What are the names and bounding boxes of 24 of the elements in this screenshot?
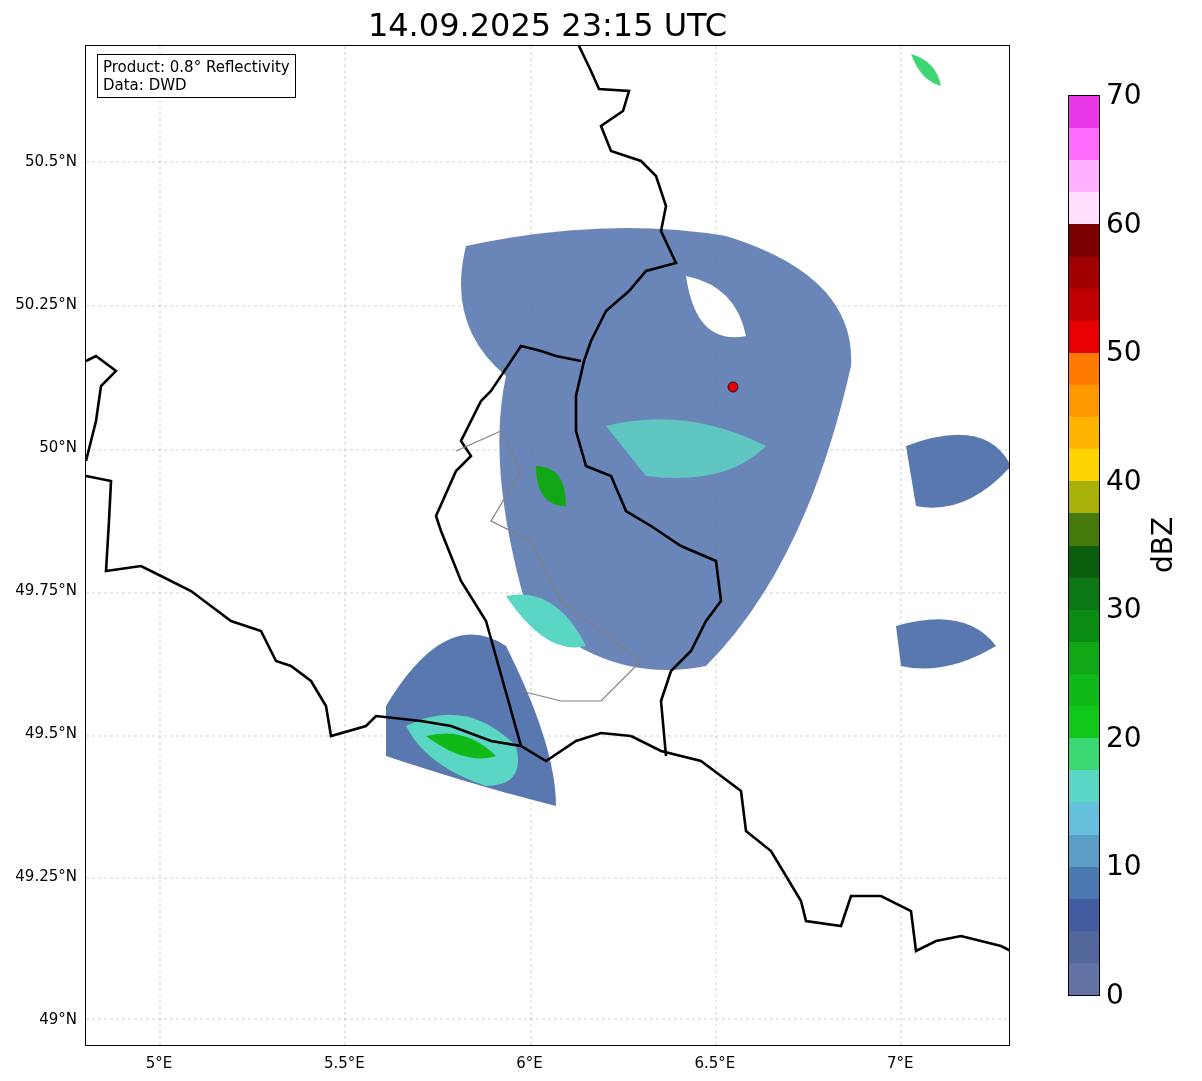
- longitude-label: 5.5°E: [323, 1054, 365, 1072]
- latitude-label: 50.5°N: [24, 152, 77, 170]
- longitude-label: 7°E: [886, 1054, 914, 1072]
- latitude-label: 49.5°N: [24, 724, 77, 742]
- longitude-label: 6.5°E: [694, 1054, 736, 1072]
- colorbar-tick-label: 20: [1106, 723, 1142, 752]
- colorbar-tick-label: 0: [1106, 981, 1124, 1009]
- colorbar-tick-label: 60: [1106, 209, 1142, 238]
- colorbar-tick-label: 50: [1106, 338, 1142, 367]
- latitude-label: 50°N: [39, 438, 77, 456]
- info-text: Product: 0.8° Reflectivity: [103, 58, 290, 76]
- longitude-label: 6°E: [516, 1054, 543, 1072]
- latitude-label: 49°N: [39, 1010, 77, 1028]
- longitude-label: 5°E: [145, 1054, 173, 1072]
- latitude-label: 50.25°N: [15, 295, 77, 313]
- colorbar-tick-label: 70: [1106, 81, 1142, 109]
- colorbar-label: dBZ: [1145, 516, 1179, 574]
- colorbar-tick-label: 40: [1106, 466, 1142, 495]
- info-text: Data: DWD: [103, 76, 188, 94]
- chart-title: 14.09.2025 23:15 UTC: [367, 5, 728, 45]
- colorbar-tick-label: 10: [1106, 852, 1142, 881]
- latitude-label: 49.25°N: [15, 867, 77, 885]
- colorbar-tick-label: 30: [1106, 595, 1142, 624]
- latitude-label: 49.75°N: [15, 581, 77, 599]
